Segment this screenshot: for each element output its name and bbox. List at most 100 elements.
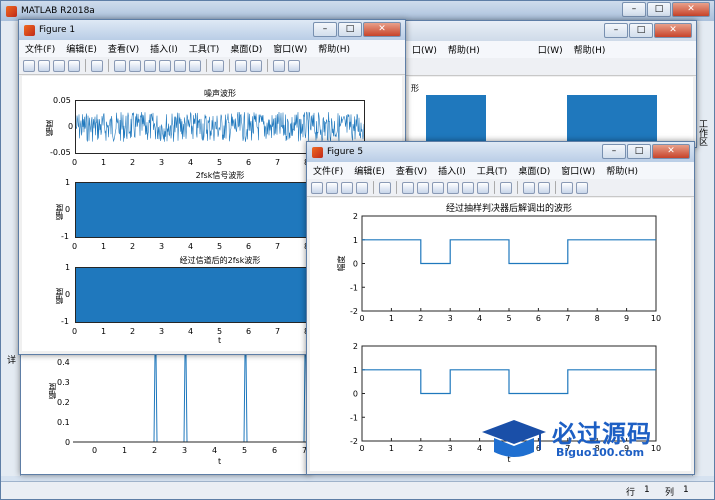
rotate-icon[interactable] <box>447 181 459 194</box>
data-cursor-icon[interactable] <box>462 181 474 194</box>
figure1-xtick: 2 <box>130 327 136 336</box>
figure1-menu-insert[interactable]: 插入(I) <box>150 42 178 55</box>
bottom-xtick: 6 <box>272 446 278 455</box>
figure5-close-button[interactable]: ✕ <box>652 144 690 159</box>
figure1-menu-help[interactable]: 帮助(H) <box>318 42 350 55</box>
back-maximize-button[interactable]: □ <box>629 23 653 38</box>
status-row-label: 行 <box>626 488 636 498</box>
figure5-ytick-label: -1 <box>350 283 358 292</box>
toolbar-separator <box>517 181 518 194</box>
save-icon[interactable] <box>341 181 353 194</box>
open-file-icon[interactable] <box>38 59 50 72</box>
figure5-menu-desktop[interactable]: 桌面(D) <box>518 164 550 177</box>
noise-ytick-0: 0.05 <box>53 96 71 105</box>
back-menu-window-2[interactable]: 口(W) <box>538 43 563 56</box>
new-figure-icon[interactable] <box>311 181 323 194</box>
figure1-menu-view[interactable]: 查看(V) <box>108 42 139 55</box>
figure1-xtick: 3 <box>159 327 165 336</box>
back-menu-help-2[interactable]: 帮助(H) <box>574 43 606 56</box>
minimize-button[interactable]: – <box>622 2 646 17</box>
figure5-menu-file[interactable]: 文件(F) <box>313 164 343 177</box>
figure5-plot-title: 经过抽样判决器后解调出的波形 <box>446 202 572 214</box>
figure5-menu-edit[interactable]: 编辑(E) <box>354 164 385 177</box>
close-button[interactable]: ✕ <box>672 2 710 17</box>
figure1-menubar: 文件(F) 编辑(E) 查看(V) 插入(I) 工具(T) 桌面(D) 窗口(W… <box>19 40 405 57</box>
figure5-xtick-label: 0 <box>359 444 364 453</box>
legend-icon[interactable] <box>538 181 550 194</box>
brush-icon[interactable] <box>477 181 489 194</box>
figure5-menu-help[interactable]: 帮助(H) <box>606 164 638 177</box>
bottom-figure-window[interactable]: 幅度 0.4 0.3 0.2 0.1 0 01234567 t <box>20 352 313 475</box>
figure5-xtick-label: 2 <box>418 314 423 323</box>
pointer-icon[interactable] <box>379 181 391 194</box>
figure1-matlab-icon <box>24 24 35 36</box>
figure5-menu-tools[interactable]: 工具(T) <box>477 164 508 177</box>
figure5-menu-insert[interactable]: 插入(I) <box>438 164 466 177</box>
legend-icon[interactable] <box>250 59 262 72</box>
back-minimize-button[interactable]: – <box>604 23 628 38</box>
figure1-minimize-button[interactable]: – <box>313 22 337 37</box>
rotate-icon[interactable] <box>159 59 171 72</box>
main-window-title: MATLAB R2018a <box>21 6 95 16</box>
back-menu-help[interactable]: 帮助(H) <box>448 43 480 56</box>
figure5-title: Figure 5 <box>327 147 364 157</box>
zoom-in-icon[interactable] <box>114 59 126 72</box>
pointer-icon[interactable] <box>91 59 103 72</box>
bottom-pulse-line <box>73 353 313 443</box>
figure1-xtick: 4 <box>188 327 194 336</box>
back-menubar: 口(W) 帮助(H) 口(W) 帮助(H) <box>406 41 696 58</box>
maximize-button[interactable]: □ <box>647 2 671 17</box>
toolbar-separator <box>494 181 495 194</box>
link-plot-icon[interactable] <box>212 59 224 72</box>
bottom-pulse-plot <box>73 353 313 443</box>
open-file-icon[interactable] <box>326 181 338 194</box>
figure1-menu-edit[interactable]: 编辑(E) <box>66 42 97 55</box>
data-cursor-icon[interactable] <box>174 59 186 72</box>
figure1-title: Figure 1 <box>39 25 76 35</box>
print-icon[interactable] <box>356 181 368 194</box>
colorbar-icon[interactable] <box>523 181 535 194</box>
figure5-xtick-label: 1 <box>389 444 394 453</box>
colorbar-icon[interactable] <box>235 59 247 72</box>
pan-hand-icon[interactable] <box>432 181 444 194</box>
figure1-menu-tools[interactable]: 工具(T) <box>189 42 220 55</box>
figure1-maximize-button[interactable]: □ <box>338 22 362 37</box>
save-icon[interactable] <box>53 59 65 72</box>
status-row-value: 1 <box>644 485 650 495</box>
figure1-close-button[interactable]: ✕ <box>363 22 401 37</box>
status-col-value: 1 <box>683 485 689 495</box>
figure5-xtick-label: 5 <box>506 314 511 323</box>
workspace-tab[interactable]: 工作区 <box>696 119 709 146</box>
pan-hand-icon[interactable] <box>144 59 156 72</box>
back-close-button[interactable]: ✕ <box>654 23 692 38</box>
figure5-menu-window[interactable]: 窗口(W) <box>561 164 595 177</box>
figure5-minimize-button[interactable]: – <box>602 144 626 159</box>
figure1-xtick: 7 <box>275 327 281 336</box>
link-plot-icon[interactable] <box>500 181 512 194</box>
show-tools-icon[interactable] <box>576 181 588 194</box>
hide-tools-icon[interactable] <box>561 181 573 194</box>
show-tools-icon[interactable] <box>288 59 300 72</box>
figure1-menu-file[interactable]: 文件(F) <box>25 42 55 55</box>
new-figure-icon[interactable] <box>23 59 35 72</box>
zoom-out-icon[interactable] <box>417 181 429 194</box>
print-icon[interactable] <box>68 59 80 72</box>
back-menu-window[interactable]: 口(W) <box>412 43 437 56</box>
back-signal-fill-1 <box>426 95 486 147</box>
figure1-menu-window[interactable]: 窗口(W) <box>273 42 307 55</box>
figure5-menu-view[interactable]: 查看(V) <box>396 164 427 177</box>
back-figure-window[interactable]: – □ ✕ 口(W) 帮助(H) 口(W) 帮助(H) 形 <box>405 20 697 148</box>
bottom-ytick-4: 0 <box>65 438 71 447</box>
figure5-titlebar: Figure 5 – □ ✕ <box>307 142 694 162</box>
figure5-xtick-label: 6 <box>536 314 541 323</box>
figure5-maximize-button[interactable]: □ <box>627 144 651 159</box>
hide-tools-icon[interactable] <box>273 59 285 72</box>
bottom-xtick: 5 <box>242 446 248 455</box>
brush-icon[interactable] <box>189 59 201 72</box>
zoom-out-icon[interactable] <box>129 59 141 72</box>
back-canvas: 形 <box>409 77 693 147</box>
channel-xlabel: t <box>218 336 222 345</box>
back-titlebar: – □ ✕ <box>406 21 696 41</box>
zoom-in-icon[interactable] <box>402 181 414 194</box>
figure1-menu-desktop[interactable]: 桌面(D) <box>230 42 262 55</box>
